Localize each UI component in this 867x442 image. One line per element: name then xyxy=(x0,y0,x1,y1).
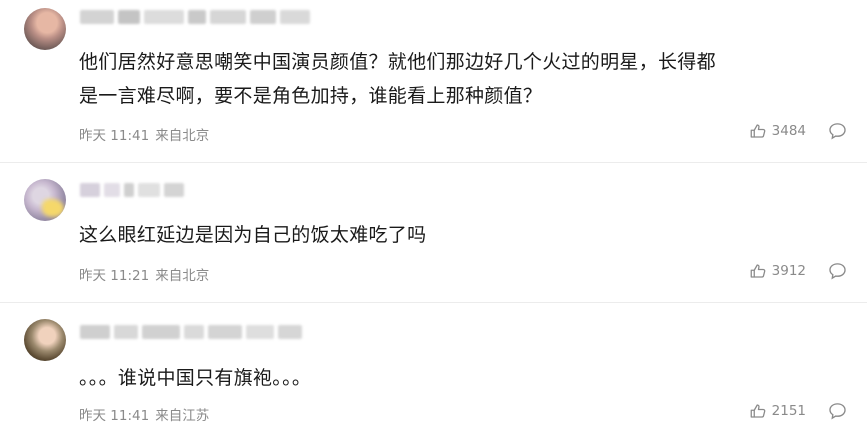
like-button[interactable]: 3912 xyxy=(749,262,806,280)
like-button[interactable]: 2151 xyxy=(749,402,806,420)
thumbs-up-icon xyxy=(749,402,767,420)
comment-actions: 3912 xyxy=(749,262,847,280)
comment-bubble-icon xyxy=(828,262,847,280)
like-count: 3912 xyxy=(771,263,806,279)
comment-bubble-icon xyxy=(828,122,847,140)
comment-feed: 他们居然好意思嘲笑中国演员颜值？就他们那边好几个火过的明星，长得都 是一言难尽啊… xyxy=(0,0,867,442)
comment-text: 。。。谁说中国只有旗袍。。。 xyxy=(79,361,849,395)
comment-item: 他们居然好意思嘲笑中国演员颜值？就他们那边好几个火过的明星，长得都 是一言难尽啊… xyxy=(0,0,867,162)
reply-button[interactable] xyxy=(828,402,847,420)
comment-location: 来自江苏 xyxy=(155,408,210,424)
username-blurred[interactable] xyxy=(80,10,310,24)
comment-text: 这么眼红延边是因为自己的饭太难吃了吗 xyxy=(79,218,849,252)
comment-text-line: 这么眼红延边是因为自己的饭太难吃了吗 xyxy=(79,224,427,246)
comment-meta: 昨天 11:41 来自江苏 xyxy=(79,404,209,424)
like-count: 2151 xyxy=(771,403,806,419)
comment-text-line: 。。。谁说中国只有旗袍。。。 xyxy=(79,367,312,389)
comment-actions: 2151 xyxy=(749,402,847,420)
comment-time: 昨天 11:41 xyxy=(79,408,150,424)
comment-location: 来自北京 xyxy=(155,128,210,144)
thumbs-up-icon xyxy=(749,122,767,140)
reply-button[interactable] xyxy=(828,262,847,280)
thumbs-up-icon xyxy=(749,262,767,280)
comment-item: 这么眼红延边是因为自己的饭太难吃了吗 昨天 11:21 来自北京 3912 xyxy=(0,163,867,302)
like-count: 3484 xyxy=(771,123,806,139)
avatar[interactable] xyxy=(24,8,66,50)
comment-actions: 3484 xyxy=(749,122,847,140)
comment-bubble-icon xyxy=(828,402,847,420)
comment-meta: 昨天 11:41 来自北京 xyxy=(79,124,209,144)
comment-time: 昨天 11:41 xyxy=(79,128,150,144)
comment-item: 。。。谁说中国只有旗袍。。。 昨天 11:41 来自江苏 2151 xyxy=(0,303,867,442)
comment-location: 来自北京 xyxy=(155,268,210,284)
comment-text: 他们居然好意思嘲笑中国演员颜值？就他们那边好几个火过的明星，长得都 是一言难尽啊… xyxy=(79,45,849,113)
like-button[interactable]: 3484 xyxy=(749,122,806,140)
reply-button[interactable] xyxy=(828,122,847,140)
avatar[interactable] xyxy=(24,319,66,361)
avatar[interactable] xyxy=(24,179,66,221)
comment-text-line: 他们居然好意思嘲笑中国演员颜值？就他们那边好几个火过的明星，长得都 xyxy=(79,51,716,73)
comment-meta: 昨天 11:21 来自北京 xyxy=(79,264,209,284)
username-blurred[interactable] xyxy=(80,325,302,339)
username-blurred[interactable] xyxy=(80,183,184,197)
comment-text-line: 是一言难尽啊，要不是角色加持，谁能看上那种颜值？ xyxy=(79,85,543,107)
comment-time: 昨天 11:21 xyxy=(79,268,150,284)
